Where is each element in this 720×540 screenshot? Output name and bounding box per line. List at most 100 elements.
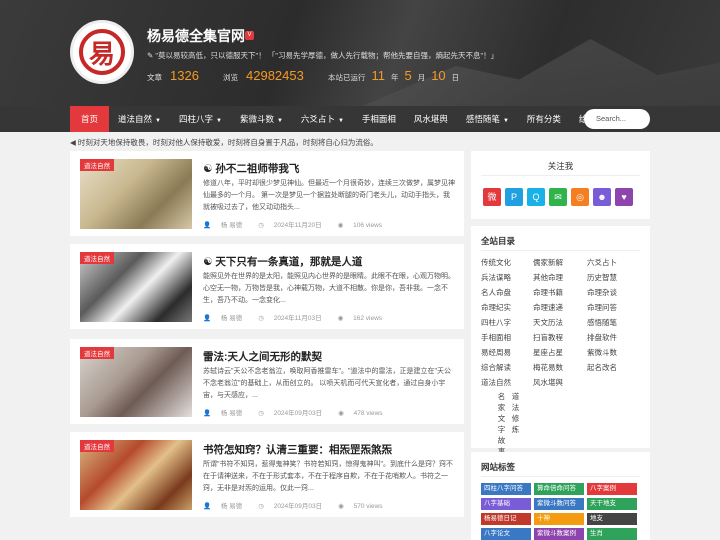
site-title[interactable]: 杨易德全集官网 xyxy=(147,26,245,46)
wechat-icon[interactable]: ✉ xyxy=(549,188,567,206)
directory-link[interactable]: 命理问答 xyxy=(587,302,617,313)
search-input[interactable]: Search... xyxy=(584,109,650,129)
directory-link[interactable]: 命理纪实 xyxy=(481,302,511,313)
post-excerpt: 所谓"书符不知窍，惹得鬼神笑？书符若知窍，惊得鬼神叫"。到底什么是窍？窍不在于请… xyxy=(203,461,453,492)
site-logo[interactable]: 易 xyxy=(70,20,134,84)
directory-link-vertical[interactable]: 名家文字故事 xyxy=(497,391,506,457)
directory-link[interactable]: 四柱八字 xyxy=(481,317,511,328)
directory-link[interactable]: 其他命理 xyxy=(533,272,563,283)
post-views: ◉ 570 views xyxy=(338,503,390,510)
post-category-tag[interactable]: 道法自然 xyxy=(80,159,114,171)
like-icon[interactable]: ♥ xyxy=(615,188,633,206)
directory-link[interactable]: 命理速递 xyxy=(533,302,563,313)
post-author[interactable]: 👤 杨 易德 xyxy=(203,315,250,322)
nav-item-label: 所有分类 xyxy=(526,114,561,124)
views-text: 162 views xyxy=(353,315,383,322)
nav-item-0[interactable]: 首页 xyxy=(70,106,110,132)
directory-link[interactable]: 起名改名 xyxy=(587,362,617,373)
tag-item[interactable]: 八字基础 xyxy=(481,498,531,510)
directory-link[interactable]: 传统文化 xyxy=(481,257,511,268)
chevron-down-icon: ▼ xyxy=(216,118,222,124)
verified-badge: V xyxy=(245,31,254,40)
tag-item[interactable]: 八字案例 xyxy=(587,483,637,495)
directory-link[interactable]: 天文历法 xyxy=(533,317,563,328)
directory-link[interactable]: 道法自然 xyxy=(481,377,511,388)
directory-link[interactable]: 感悟随笔 xyxy=(587,317,617,328)
directory-link-vertical[interactable]: 道法修炼 xyxy=(511,391,520,435)
post-title[interactable]: 书符怎知窍？认清三重要：相炁罡炁煞炁 xyxy=(203,442,392,457)
directory-link[interactable]: 名人命盘 xyxy=(481,287,511,298)
group-icon[interactable]: ☻ xyxy=(593,188,611,206)
post-author[interactable]: 👤 杨 易德 xyxy=(203,503,250,510)
tag-item[interactable]: 紫微斗数案例 xyxy=(534,528,584,540)
post-card[interactable]: 道法自然 书符怎知窍？认清三重要：相炁罡炁煞炁所谓"书符不知窍，惹得鬼神笑？书符若… xyxy=(70,432,464,517)
nav-item-3[interactable]: 紫微斗数 ▼ xyxy=(231,106,292,132)
post-title[interactable]: ☯ 孙不二祖师带我飞 xyxy=(203,161,299,176)
post-category-tag[interactable]: 道法自然 xyxy=(80,347,114,359)
follow-widget: 关注我 微 P Q ✉ ◎ ☻ ♥ xyxy=(471,151,650,219)
directory-link[interactable]: 星座占星 xyxy=(533,347,563,358)
rss-icon[interactable]: ◎ xyxy=(571,188,589,206)
directory-link[interactable]: 命理书籍 xyxy=(533,287,563,298)
post-date: ◷ 2024年09月03日 xyxy=(258,410,330,417)
nav-item-5[interactable]: 手相面相 xyxy=(353,106,405,132)
tag-item[interactable]: 十神 xyxy=(534,513,584,525)
nav-item-8[interactable]: 所有分类 xyxy=(518,106,570,132)
qq-icon[interactable]: Q xyxy=(527,188,545,206)
nav-item-label: 紫微斗数 xyxy=(239,114,274,124)
directory-link[interactable]: 兵法谋略 xyxy=(481,272,511,283)
directory-link[interactable]: 历史智慧 xyxy=(587,272,617,283)
user-icon: 👤 xyxy=(203,222,213,229)
directory-link[interactable]: 梅花易数 xyxy=(533,362,563,373)
post-card[interactable]: 道法自然 ☯ 天下只有一条真道，那就是人道 能照见外在世界的是太阳，能照见内心世界的… xyxy=(70,244,464,329)
directory-link[interactable]: 风水堪舆 xyxy=(533,377,563,388)
directory-link[interactable]: 紫微斗数 xyxy=(587,347,617,358)
run-months: 5 xyxy=(404,68,412,83)
nav-item-1[interactable]: 道法自然 ▼ xyxy=(109,106,170,132)
directory-link[interactable]: 六爻占卜 xyxy=(587,257,617,268)
directory-link[interactable]: 易经周易 xyxy=(481,347,511,358)
post-title[interactable]: ☯ 天下只有一条真道，那就是人道 xyxy=(203,254,362,269)
pinterest-icon[interactable]: P xyxy=(505,188,523,206)
nav-item-4[interactable]: 六爻占卜 ▼ xyxy=(292,106,353,132)
weibo-icon[interactable]: 微 xyxy=(483,188,501,206)
post-author[interactable]: 👤 杨 易德 xyxy=(203,222,250,229)
directory-widget: 全站目录 传统文化 兵法谋略 名人命盘 命理纪实 四柱八字 手相面相 易经周易 综合解读 道法自… xyxy=(471,226,650,456)
nav-item-2[interactable]: 四柱八字 ▼ xyxy=(170,106,231,132)
directory-link[interactable]: 命理杂谈 xyxy=(587,287,617,298)
tag-item[interactable]: 杨易德日记 xyxy=(481,513,531,525)
post-category-tag[interactable]: 道法自然 xyxy=(80,252,114,264)
directory-link[interactable]: 手相面相 xyxy=(481,332,511,343)
tag-item[interactable]: 生肖 xyxy=(587,528,637,540)
tag-item[interactable]: 天干地支 xyxy=(587,498,637,510)
tag-item[interactable]: 地支 xyxy=(587,513,637,525)
tag-item[interactable]: 八字论文 xyxy=(481,528,531,540)
post-title-text: 雷法:天人之间无形的默契 xyxy=(203,351,322,363)
directory-link[interactable]: 儒家新解 xyxy=(533,257,563,268)
post-author[interactable]: 👤 杨 易德 xyxy=(203,410,250,417)
eye-icon: ◉ xyxy=(338,503,346,510)
tag-item[interactable]: 四柱八字问答 xyxy=(481,483,531,495)
post-title-text: 天下只有一条真道，那就是人道 xyxy=(215,256,363,268)
nav-item-6[interactable]: 风水堪舆 xyxy=(405,106,457,132)
nav-item-7[interactable]: 感悟随笔 ▼ xyxy=(457,106,518,132)
author-name: 杨 易德 xyxy=(220,315,243,322)
views-text: 106 views xyxy=(353,222,383,229)
date-text: 2024年09月03日 xyxy=(273,410,323,417)
post-date: ◷ 2024年11月03日 xyxy=(258,315,329,322)
views-text: 570 views xyxy=(353,503,383,510)
directory-link[interactable]: 排盘软件 xyxy=(587,332,617,343)
directory-link[interactable]: 综合解读 xyxy=(481,362,511,373)
post-title[interactable]: 雷法:天人之间无形的默契 xyxy=(203,349,322,364)
clock-icon: ◷ xyxy=(258,315,266,322)
post-title-text: 书符怎知窍？认清三重要：相炁罡炁煞炁 xyxy=(203,444,392,456)
post-meta: 👤 杨 易德 ◷ 2024年09月03日 ◉ 570 views xyxy=(203,500,399,510)
tag-item[interactable]: 算命倍命问答 xyxy=(534,483,584,495)
tag-item[interactable]: 紫微斗数问答 xyxy=(534,498,584,510)
directory-link[interactable]: 扫盲教程 xyxy=(533,332,563,343)
post-card[interactable]: 道法自然 ☯ 孙不二祖师带我飞 修道八年，平时却很少梦见神仙。但最近一个月很奇妙，连… xyxy=(70,151,464,236)
post-card[interactable]: 道法自然 雷法:天人之间无形的默契 苏轼诗云"天公不念老翁泣，唤取阿香推雷车"。"道… xyxy=(70,339,464,424)
post-category-tag[interactable]: 道法自然 xyxy=(80,440,114,452)
run-years: 11 xyxy=(371,68,385,83)
views-count: 42982453 xyxy=(246,68,304,83)
